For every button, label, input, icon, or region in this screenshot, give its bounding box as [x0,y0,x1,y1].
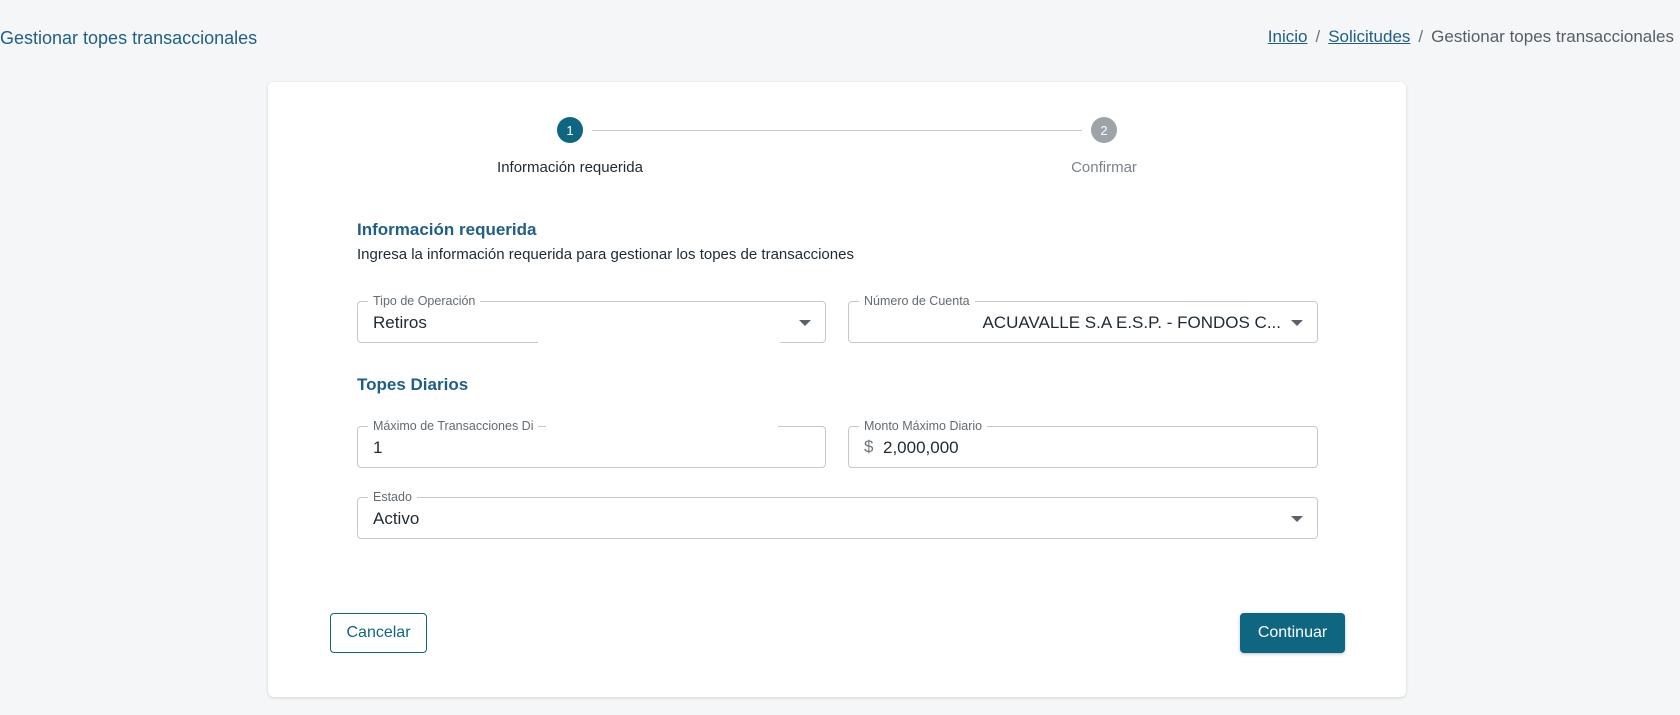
daily-limits-title: Topes Diarios [357,375,469,394]
form-card: 1 Información requerida 2 Confirmar Info… [268,82,1406,697]
step-label: Información requerida [497,159,643,176]
max-daily-transactions-label: Máximo de Transacciones Di [368,417,539,435]
max-daily-amount-label: Monto Máximo Diario [859,417,988,435]
status-label: Estado [368,488,417,506]
chevron-down-icon [1291,516,1303,522]
operation-type-select[interactable]: Tipo de Operación Retiros [357,292,826,344]
chevron-down-icon [1291,320,1303,326]
stepper-step-1: 1 Información requerida [470,117,670,176]
currency-prefix: $ [864,437,874,456]
step-number-badge: 2 [1091,117,1117,143]
breadcrumb-current: Gestionar topes transaccionales [1431,27,1674,46]
max-daily-amount-field[interactable]: Monto Máximo Diario $ 2,000,000 [848,417,1318,468]
breadcrumb: Inicio / Solicitudes / Gestionar topes t… [1268,27,1674,47]
section-description: Ingresa la información requerida para ge… [357,246,854,263]
breadcrumb-link-solicitudes[interactable]: Solicitudes [1328,27,1410,47]
account-number-select[interactable]: Número de Cuenta ACUAVALLE S.A E.S.P. - … [848,292,1318,343]
operation-type-value: Retiros [373,313,427,332]
step-number-badge: 1 [557,117,583,143]
operation-type-label: Tipo de Operación [368,292,481,310]
stepper-step-2: 2 Confirmar [1004,117,1204,176]
status-select[interactable]: Estado Activo [357,488,1318,539]
section-title: Información requerida [357,220,537,239]
max-daily-amount-value: 2,000,000 [883,438,959,457]
field-border-gap [538,341,780,344]
breadcrumb-separator: / [1315,27,1321,46]
continue-button[interactable]: Continuar [1240,613,1345,653]
step-label: Confirmar [1071,159,1137,176]
breadcrumb-separator: / [1418,27,1424,46]
max-daily-transactions-value: 1 [373,438,383,457]
cancel-button[interactable]: Cancelar [330,613,427,653]
status-value: Activo [373,509,420,528]
page-title: Gestionar topes transaccionales [0,28,258,48]
account-number-label: Número de Cuenta [859,292,975,310]
field-border-gap [546,425,778,428]
account-number-value: ACUAVALLE S.A E.S.P. - FONDOS C... [982,313,1281,332]
max-daily-transactions-field[interactable]: Máximo de Transacciones Di 1 [357,417,826,468]
chevron-down-icon [799,320,811,326]
breadcrumb-link-inicio[interactable]: Inicio [1268,27,1308,47]
